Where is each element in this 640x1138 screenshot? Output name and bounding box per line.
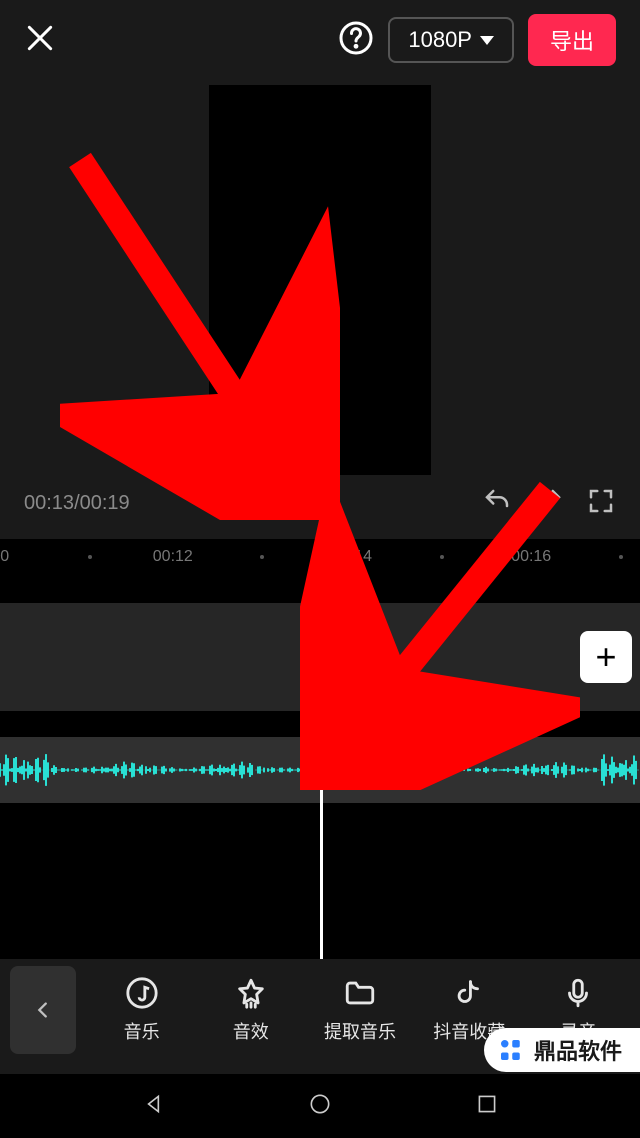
nav-home[interactable]	[307, 1091, 333, 1122]
redo-button[interactable]	[534, 486, 564, 521]
current-time: 00:13	[24, 492, 74, 514]
tool-label: 音乐	[124, 1018, 160, 1044]
ruler-dot	[88, 555, 92, 559]
export-button[interactable]: 导出	[528, 14, 616, 66]
ruler-dot	[619, 555, 623, 559]
android-nav-bar	[0, 1074, 640, 1138]
ruler-tick: 00:16	[511, 548, 551, 566]
time-ruler[interactable]: 0:10 00:12 00:14 00:16	[0, 539, 640, 575]
folder-icon	[343, 976, 377, 1010]
redo-icon	[534, 486, 564, 516]
resolution-select[interactable]: 1080P	[388, 17, 514, 63]
tool-sound-effect[interactable]: 音效	[199, 976, 302, 1044]
douyin-icon	[452, 976, 486, 1010]
help-button[interactable]	[338, 20, 374, 61]
nav-recent[interactable]	[474, 1091, 500, 1122]
fullscreen-button[interactable]	[586, 486, 616, 521]
triangle-back-icon	[141, 1091, 167, 1117]
tool-back-button[interactable]	[10, 966, 76, 1054]
plus-icon: +	[595, 636, 616, 678]
star-icon	[234, 976, 268, 1010]
watermark-badge: 鼎品软件	[484, 1028, 640, 1072]
preview-area	[0, 80, 640, 480]
play-icon	[291, 486, 321, 516]
mic-icon	[561, 976, 595, 1010]
music-note-icon	[125, 976, 159, 1010]
play-button[interactable]	[291, 486, 321, 521]
ruler-tick: 00:12	[153, 548, 193, 566]
fullscreen-icon	[586, 486, 616, 516]
timeline[interactable]: 0:10 00:12 00:14 00:16 +	[0, 539, 640, 959]
total-time: 00:19	[80, 492, 130, 514]
playhead[interactable]	[320, 575, 323, 959]
video-preview[interactable]	[209, 85, 431, 475]
tool-music[interactable]: 音乐	[90, 976, 193, 1044]
top-bar: 1080P 导出	[0, 0, 640, 80]
close-button[interactable]	[24, 22, 56, 59]
chevron-left-icon	[32, 999, 54, 1021]
ruler-dot	[440, 555, 444, 559]
chevron-down-icon	[480, 36, 494, 45]
tool-extract-music[interactable]: 提取音乐	[308, 976, 411, 1044]
circle-home-icon	[307, 1091, 333, 1117]
close-icon	[24, 22, 56, 54]
ruler-dot	[260, 555, 264, 559]
tool-label: 音效	[233, 1018, 269, 1044]
square-recent-icon	[474, 1091, 500, 1117]
timecode: 00:13/00:19	[24, 492, 130, 515]
ruler-tick: 0:10	[0, 548, 9, 566]
resolution-label: 1080P	[408, 27, 472, 53]
watermark-text: 鼎品软件	[534, 1034, 622, 1066]
playback-controls: 00:13/00:19	[0, 480, 640, 539]
tool-label: 提取音乐	[324, 1018, 396, 1044]
help-icon	[338, 20, 374, 56]
undo-icon	[482, 486, 512, 516]
nav-back[interactable]	[141, 1091, 167, 1122]
undo-button[interactable]	[482, 486, 512, 521]
watermark-logo-icon	[496, 1035, 526, 1065]
add-clip-button[interactable]: +	[580, 631, 632, 683]
ruler-tick: 00:14	[332, 548, 372, 566]
